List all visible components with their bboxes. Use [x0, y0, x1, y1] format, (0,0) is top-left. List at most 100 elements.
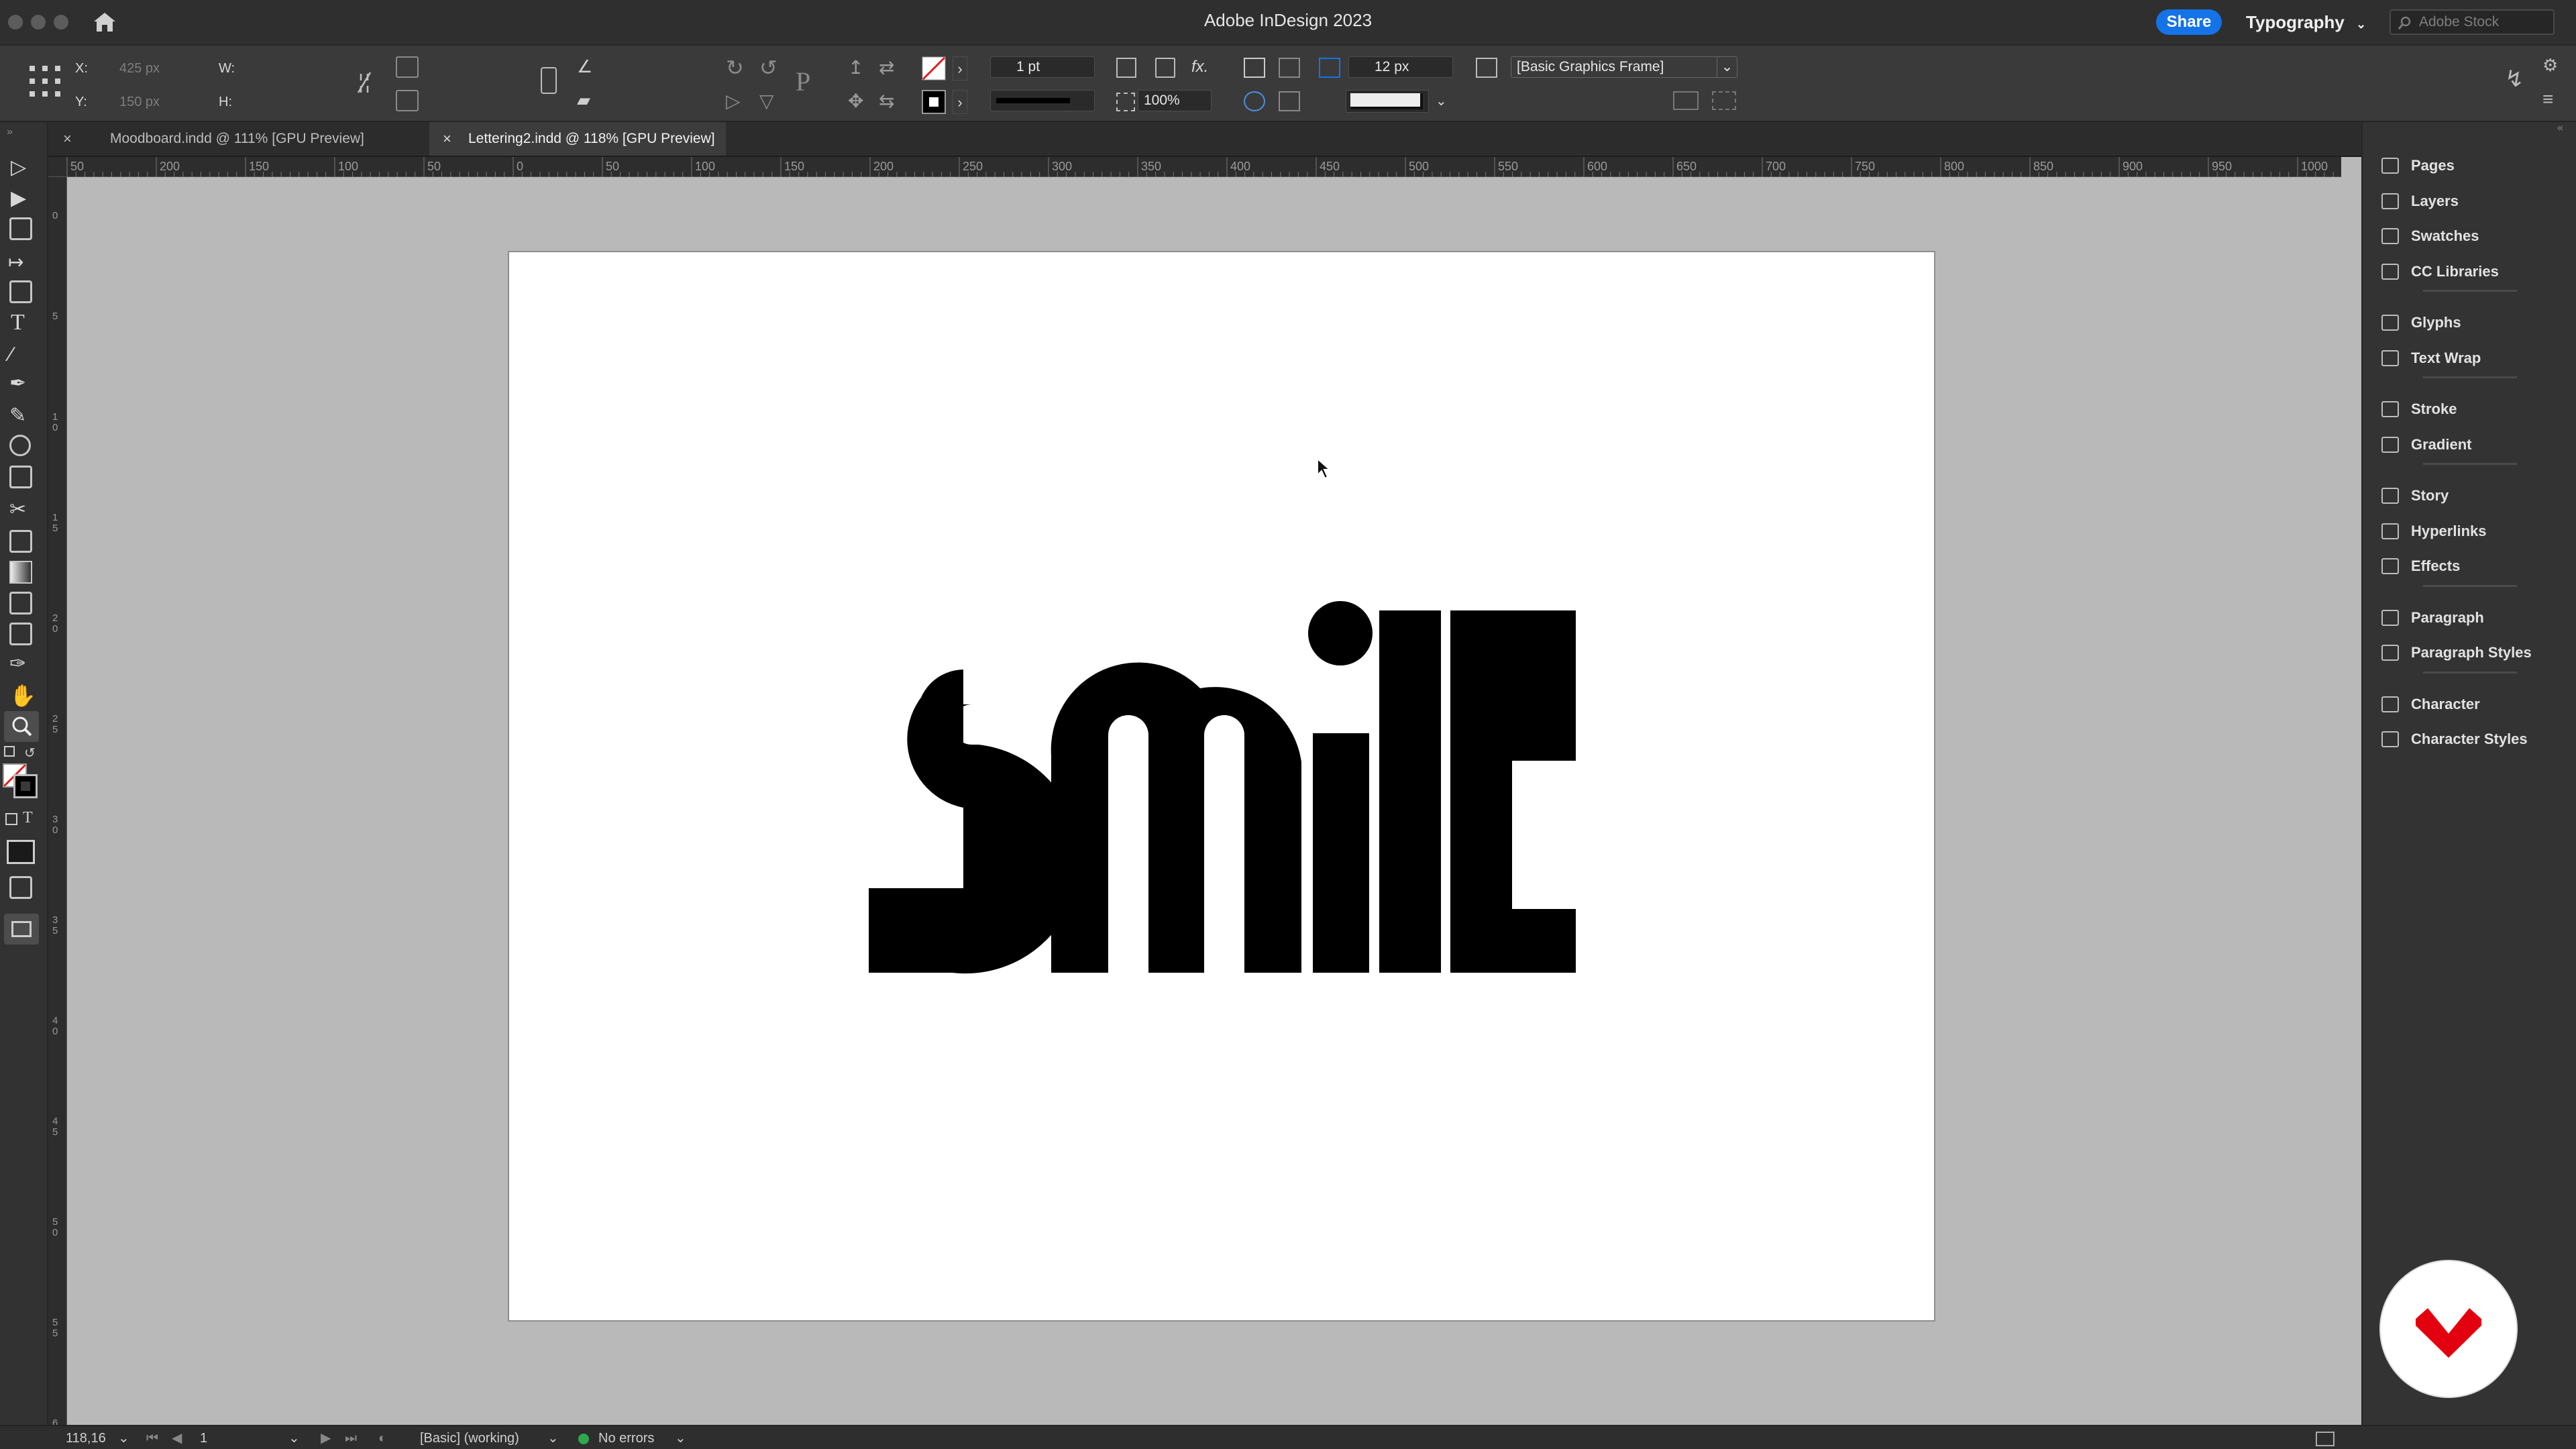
x-field[interactable]: 425 px: [119, 59, 160, 78]
share-button[interactable]: Share: [2156, 9, 2222, 35]
screen-mode-icon[interactable]: [9, 876, 32, 899]
formatting-text-icon[interactable]: T: [23, 809, 33, 827]
collapse-tools-icon[interactable]: »: [7, 126, 13, 138]
preflight-profile[interactable]: [Basic] (working): [420, 1429, 519, 1448]
eyedropper-tool-icon[interactable]: ✑: [9, 652, 26, 676]
tab-lettering2[interactable]: × Lettering2.indd @ 118% [GPU Preview]: [429, 122, 726, 156]
split-window-icon[interactable]: [2316, 1432, 2334, 1446]
adobe-stock-search-input[interactable]: Adobe Stock: [2390, 9, 2555, 35]
select-content-icon[interactable]: ✥: [848, 90, 863, 112]
ellipse-frame-tool-icon[interactable]: [9, 435, 31, 456]
gradient-feather-tool-icon[interactable]: [9, 592, 32, 614]
y-field[interactable]: 150 px: [119, 93, 160, 111]
content-collector-icon[interactable]: [9, 280, 32, 303]
align-center-icon[interactable]: [1279, 58, 1300, 78]
panel-item-glyphs[interactable]: Glyphs: [2372, 307, 2573, 338]
first-page-icon[interactable]: ⏮: [146, 1429, 158, 1448]
swap-fill-stroke-icon[interactable]: ↺: [24, 745, 36, 761]
panel-item-story[interactable]: Story: [2372, 480, 2573, 511]
flip-vertical-icon[interactable]: ▽: [759, 90, 774, 112]
preflight-status[interactable]: No errors: [598, 1429, 654, 1448]
panel-item-layers[interactable]: Layers: [2372, 186, 2573, 217]
direct-selection-tool-icon[interactable]: ▶: [11, 186, 26, 210]
fit-content-frame-icon[interactable]: [1116, 58, 1136, 78]
pen-tool-icon[interactable]: ✒: [9, 372, 26, 395]
page-tool-icon[interactable]: [9, 217, 32, 240]
gradient-tool-icon[interactable]: [9, 561, 32, 584]
chevron-down-icon[interactable]: ⌄: [288, 1429, 300, 1448]
previous-page-icon[interactable]: ◀: [172, 1429, 182, 1448]
zoom-level-field[interactable]: 118,16: [66, 1429, 106, 1448]
flip-horizontal-icon[interactable]: ▷: [726, 90, 741, 112]
scissors-tool-icon[interactable]: ✂: [9, 498, 26, 521]
object-style-select[interactable]: [Basic Graphics Frame] ⌄: [1511, 56, 1737, 78]
object-style-options-icon[interactable]: [1712, 91, 1736, 110]
type-tool-icon[interactable]: T: [11, 310, 25, 335]
hand-tool-icon[interactable]: ✋: [9, 683, 36, 708]
fit-frame-content-icon[interactable]: [1155, 58, 1175, 78]
fill-none-swatch[interactable]: [922, 56, 946, 80]
close-icon[interactable]: ×: [63, 130, 72, 148]
chevron-down-icon[interactable]: ⌄: [675, 1429, 686, 1448]
align-left-icon[interactable]: [1244, 58, 1265, 78]
free-transform-tool-icon[interactable]: [9, 530, 32, 553]
stroke-swatch-tool[interactable]: [13, 774, 38, 798]
panel-item-cc-libraries[interactable]: CC Libraries: [2372, 256, 2573, 287]
panel-menu-icon[interactable]: ≡: [2542, 89, 2553, 110]
panel-item-pages[interactable]: Pages: [2372, 150, 2573, 181]
ruler-origin[interactable]: [48, 157, 67, 177]
apply-color-icon[interactable]: [7, 840, 35, 864]
collapse-panels-icon[interactable]: «: [2557, 122, 2563, 134]
last-page-icon[interactable]: ⏭: [345, 1429, 357, 1448]
frame-fitting-field[interactable]: 12 px: [1348, 56, 1453, 78]
tab-moodboard[interactable]: Moodboard.indd @ 111% [GPU Preview]: [95, 122, 427, 156]
stroke-preview-select[interactable]: [1346, 90, 1429, 113]
constrain-scale-icon[interactable]: [541, 67, 557, 94]
workspace-switcher[interactable]: Typography ⌄: [2246, 9, 2367, 35]
view-mode-icon[interactable]: [4, 914, 39, 945]
reference-point-icon[interactable]: [28, 64, 62, 98]
panel-item-text-wrap[interactable]: Text Wrap: [2372, 343, 2573, 374]
formatting-container-icon[interactable]: [5, 813, 17, 825]
panel-item-swatches[interactable]: Swatches: [2372, 221, 2573, 252]
page-number-field[interactable]: 1: [200, 1429, 207, 1448]
panel-item-character[interactable]: Character: [2372, 689, 2573, 720]
chevron-down-icon[interactable]: ⌄: [1436, 90, 1447, 113]
default-fill-stroke-icon[interactable]: [4, 746, 15, 757]
effects-fx-button[interactable]: fx.: [1191, 58, 1208, 76]
next-page-icon[interactable]: ▶: [321, 1429, 331, 1448]
panel-item-hyperlinks[interactable]: Hyperlinks: [2372, 516, 2573, 547]
frame-fitting-options-icon[interactable]: [1476, 58, 1497, 78]
panel-item-character-styles[interactable]: Character Styles: [2372, 724, 2573, 755]
rotate-cw-icon[interactable]: ↻: [726, 55, 744, 80]
stroke-swatch[interactable]: [922, 90, 946, 114]
clear-overrides-icon[interactable]: [1673, 91, 1699, 110]
drop-shadow-icon[interactable]: [1244, 91, 1265, 111]
document-page[interactable]: [508, 251, 1935, 1322]
vertical-ruler[interactable]: 051 01 52 02 53 03 54 04 55 05 56: [48, 157, 67, 1429]
zoom-tool-icon[interactable]: [4, 711, 39, 742]
scale-y-icon[interactable]: [396, 90, 419, 111]
lightning-icon[interactable]: ↯: [2505, 66, 2524, 93]
panel-item-paragraph[interactable]: Paragraph: [2372, 602, 2573, 633]
select-container-icon[interactable]: ↥: [848, 56, 863, 78]
smile-lettering-artwork[interactable]: [509, 252, 1937, 1323]
panel-item-stroke[interactable]: Stroke: [2372, 394, 2573, 425]
rotate-ccw-icon[interactable]: ↺: [759, 55, 777, 80]
panel-item-paragraph-styles[interactable]: Paragraph Styles: [2372, 637, 2573, 668]
selection-tool-icon[interactable]: ▷: [11, 156, 26, 179]
scale-x-icon[interactable]: [396, 56, 419, 78]
line-tool-icon[interactable]: ∕: [9, 343, 13, 366]
auto-fit-icon[interactable]: [1319, 58, 1340, 78]
open-page-icon[interactable]: ◐: [378, 1429, 386, 1448]
select-next-icon[interactable]: ⇆: [879, 90, 894, 112]
flip-icon[interactable]: P: [796, 66, 810, 97]
panel-item-effects[interactable]: Effects: [2372, 551, 2573, 582]
pencil-tool-icon[interactable]: ✎: [9, 404, 26, 427]
stroke-more-button[interactable]: ›: [953, 90, 967, 114]
panel-item-gradient[interactable]: Gradient: [2372, 429, 2573, 460]
chevron-down-icon[interactable]: ⌄: [547, 1429, 559, 1448]
text-wrap-icon[interactable]: [1279, 91, 1300, 111]
stroke-weight-field[interactable]: 1 pt: [990, 56, 1095, 78]
constrain-proportions-icon[interactable]: [357, 71, 372, 95]
